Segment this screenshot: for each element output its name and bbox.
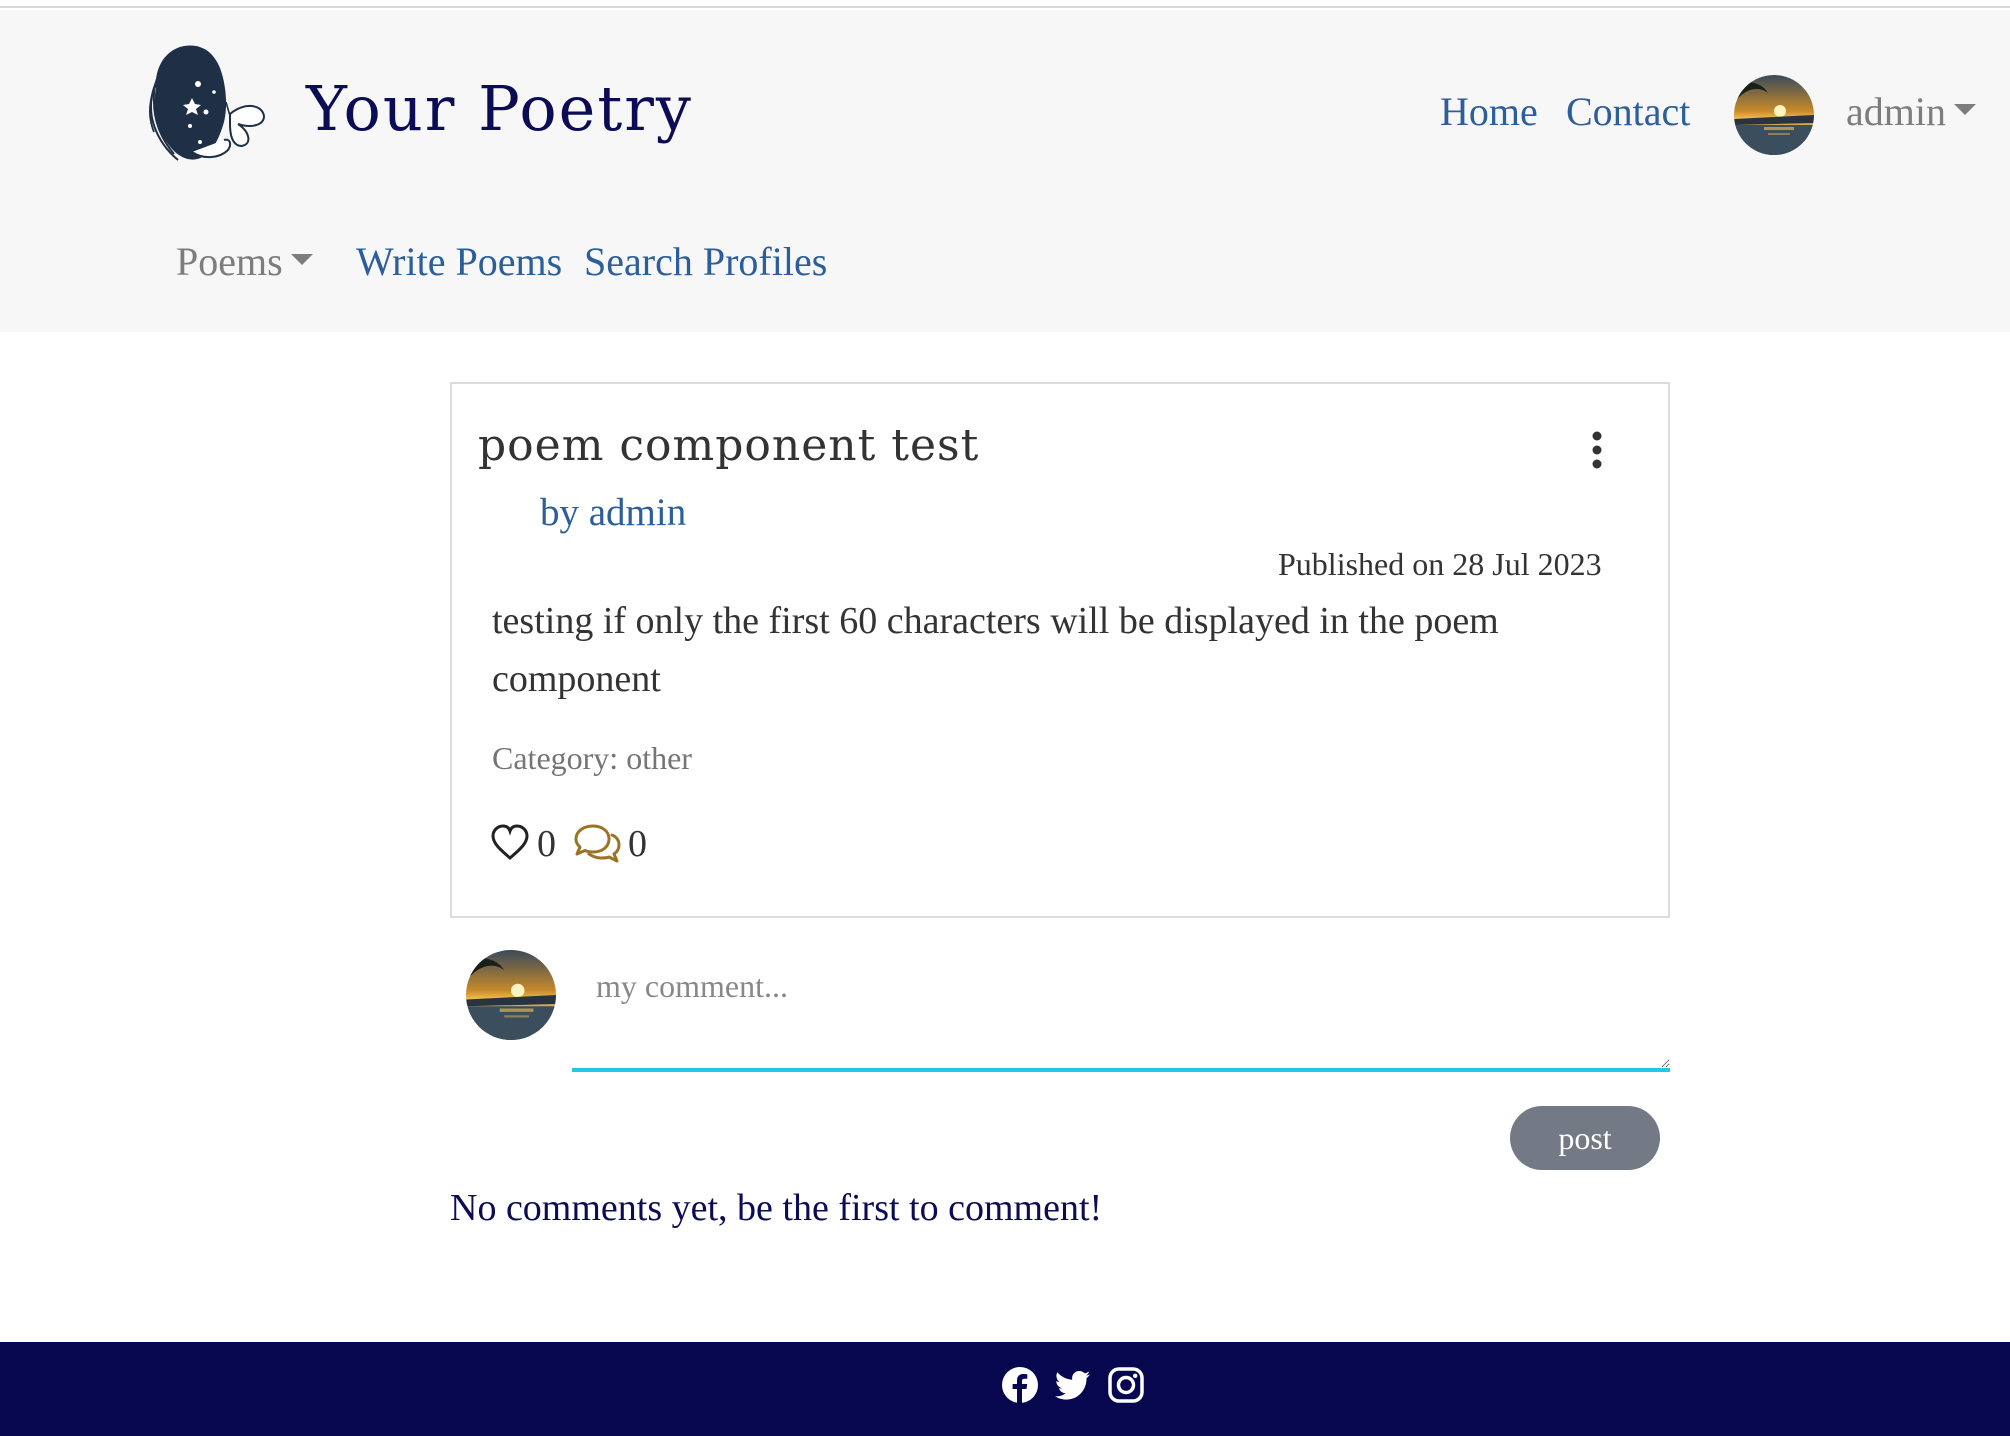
poem-category: Category: other: [492, 740, 692, 777]
chevron-down-icon: [1953, 104, 1976, 116]
heart-icon[interactable]: [490, 823, 530, 863]
published-date: Published on 28 Jul 2023: [1278, 546, 1602, 582]
user-avatar[interactable]: [1734, 75, 1814, 155]
comment-count: 0: [628, 823, 647, 865]
poem-title: poem component test: [478, 420, 980, 471]
comment-input[interactable]: [572, 950, 1670, 1072]
instagram-icon[interactable]: [1107, 1366, 1145, 1404]
facebook-icon[interactable]: [1001, 1366, 1039, 1404]
twitter-icon[interactable]: [1054, 1366, 1092, 1404]
chat-bubbles-icon[interactable]: [572, 823, 622, 865]
category-value: other: [626, 740, 692, 776]
poem-excerpt: testing if only the first 60 characters …: [492, 600, 1499, 700]
poems-dropdown-toggle[interactable]: Poems: [176, 238, 313, 285]
no-comments-message: No comments yet, be the first to comment…: [450, 1187, 1103, 1229]
poem-author-link[interactable]: by admin: [540, 490, 686, 535]
more-vertical-icon[interactable]: [1580, 430, 1614, 474]
like-count: 0: [537, 823, 556, 865]
woman-butterfly-logo-icon[interactable]: [134, 32, 274, 172]
user-dropdown-toggle[interactable]: admin: [1846, 88, 1976, 135]
nav-home-link[interactable]: Home: [1440, 88, 1538, 135]
write-poems-link[interactable]: Write Poems: [356, 238, 562, 285]
brand-title[interactable]: Your Poetry: [306, 72, 693, 145]
nav-contact-link[interactable]: Contact: [1566, 88, 1690, 135]
top-border: [0, 0, 2010, 8]
search-profiles-link[interactable]: Search Profiles: [584, 238, 827, 285]
user-name: admin: [1846, 89, 1946, 134]
post-button[interactable]: post: [1510, 1106, 1660, 1170]
commenter-avatar: [466, 950, 556, 1040]
chevron-down-icon: [290, 254, 313, 266]
poems-label: Poems: [176, 239, 283, 284]
category-label: Category:: [492, 740, 619, 776]
